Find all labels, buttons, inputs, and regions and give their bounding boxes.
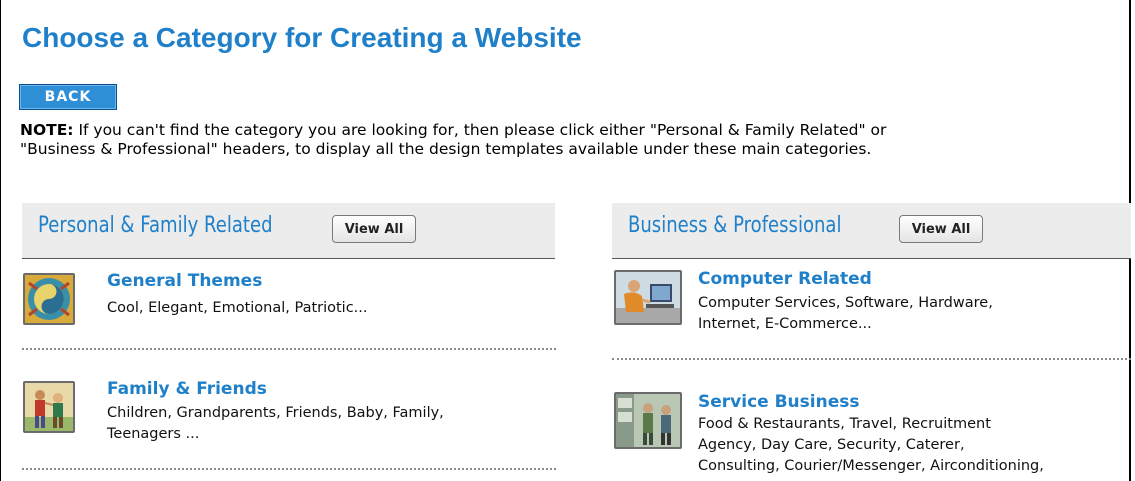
note-line-1: NOTE: If you can't find the category you… (20, 121, 1130, 140)
divider (612, 358, 1131, 360)
computer-related-desc: Computer Services, Software, Hardware, I… (698, 293, 993, 335)
service-business-desc-line: Agency, Day Care, Security, Caterer, (698, 437, 965, 453)
page-title: Choose a Category for Creating a Website (22, 22, 582, 53)
business-view-all-button[interactable]: View All (899, 215, 983, 243)
back-button[interactable]: BACK (19, 84, 117, 110)
divider (22, 348, 556, 350)
general-themes-link[interactable]: General Themes (107, 271, 262, 291)
family-friends-desc-line: Teenagers ... (107, 426, 200, 442)
note-text: NOTE: If you can't find the category you… (20, 121, 1130, 159)
computer-related-desc-line: Computer Services, Software, Hardware, (698, 295, 993, 311)
business-header-title[interactable]: Business & Professional (628, 213, 842, 238)
family-friends-link[interactable]: Family & Friends (107, 379, 267, 399)
service-business-desc-line: Consulting, Courier/Messenger, Aircondit… (698, 458, 1044, 474)
personal-view-all-button[interactable]: View All (332, 215, 416, 243)
note-line-1-text: If you can't find the category you are l… (73, 121, 887, 139)
note-line-2: "Business & Professional" headers, to di… (20, 140, 872, 158)
divider (22, 468, 556, 470)
general-themes-desc: Cool, Elegant, Emotional, Patriotic... (107, 298, 368, 319)
family-friends-icon[interactable] (23, 381, 75, 433)
service-business-icon[interactable] (614, 392, 682, 449)
note-label: NOTE: (20, 121, 74, 139)
family-friends-desc: Children, Grandparents, Friends, Baby, F… (107, 403, 444, 445)
business-panel-header[interactable]: Business & Professional View All (612, 203, 1131, 259)
personal-panel-header[interactable]: Personal & Family Related View All (22, 203, 555, 259)
general-themes-desc-line: Cool, Elegant, Emotional, Patriotic... (107, 300, 368, 316)
service-business-link[interactable]: Service Business (698, 392, 859, 412)
service-business-desc-line: Food & Restaurants, Travel, Recruitment (698, 416, 991, 432)
computer-related-icon[interactable] (614, 270, 682, 325)
personal-header-title[interactable]: Personal & Family Related (38, 213, 273, 238)
general-themes-icon[interactable] (23, 273, 75, 325)
computer-related-link[interactable]: Computer Related (698, 269, 872, 289)
computer-related-desc-line: Internet, E-Commerce... (698, 316, 872, 332)
family-friends-desc-line: Children, Grandparents, Friends, Baby, F… (107, 405, 444, 421)
service-business-desc: Food & Restaurants, Travel, Recruitment … (698, 414, 1044, 477)
